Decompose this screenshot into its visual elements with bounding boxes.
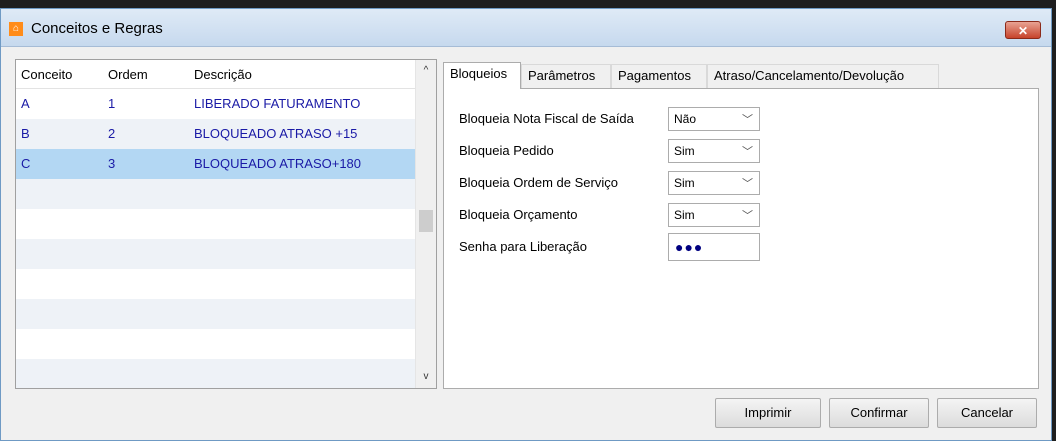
window-title: Conceitos e Regras bbox=[31, 20, 163, 37]
label-senha-liberacao: Senha para Liberação bbox=[459, 239, 587, 254]
table-row[interactable]: A 1 LIBERADO FATURAMENTO bbox=[16, 89, 416, 119]
app-icon: ⌂ bbox=[9, 22, 23, 36]
password-mask: ●●● bbox=[675, 239, 704, 255]
chevron-down-icon: ﹀ bbox=[742, 210, 753, 222]
chevron-down-icon: ﹀ bbox=[742, 114, 753, 126]
empty-row bbox=[16, 239, 416, 269]
tab-bloqueios[interactable]: Bloqueios bbox=[443, 62, 521, 89]
chevron-down-icon: ﹀ bbox=[742, 146, 753, 158]
tab-pagamentos[interactable]: Pagamentos bbox=[611, 64, 707, 88]
cell-ordem: 2 bbox=[108, 126, 116, 141]
scroll-down-arrow-icon[interactable]: v bbox=[416, 368, 436, 386]
cell-descricao: BLOQUEADO ATRASO +15 bbox=[194, 126, 358, 141]
cell-conceito: C bbox=[21, 156, 31, 171]
tab-parametros[interactable]: Parâmetros bbox=[521, 64, 611, 88]
cancel-button[interactable]: Cancelar bbox=[937, 398, 1037, 428]
label-bloqueia-ordem-servico: Bloqueia Ordem de Serviço bbox=[459, 175, 618, 190]
select-value: Sim bbox=[674, 208, 695, 222]
column-header-ordem[interactable]: Ordem bbox=[108, 67, 148, 82]
table-row-selected[interactable]: C 3 BLOQUEADO ATRASO+180 bbox=[16, 149, 416, 179]
empty-row bbox=[16, 359, 416, 388]
table-row[interactable]: B 2 BLOQUEADO ATRASO +15 bbox=[16, 119, 416, 149]
chevron-down-icon: ﹀ bbox=[742, 178, 753, 190]
label-bloqueia-orcamento: Bloqueia Orçamento bbox=[459, 207, 578, 222]
cell-ordem: 1 bbox=[108, 96, 116, 111]
empty-row bbox=[16, 179, 416, 209]
select-bloqueia-nota-fiscal[interactable]: Não ﹀ bbox=[668, 107, 760, 131]
label-bloqueia-nota-fiscal: Bloqueia Nota Fiscal de Saída bbox=[459, 111, 634, 126]
print-button[interactable]: Imprimir bbox=[715, 398, 821, 428]
cell-conceito: B bbox=[21, 126, 30, 141]
label-bloqueia-pedido: Bloqueia Pedido bbox=[459, 143, 554, 158]
column-header-descricao[interactable]: Descrição bbox=[194, 67, 252, 82]
cell-descricao: BLOQUEADO ATRASO+180 bbox=[194, 156, 362, 171]
password-field[interactable]: ●●● bbox=[668, 233, 760, 261]
dialog-window: ⌂ Conceitos e Regras ✕ Conceito Ordem De… bbox=[0, 8, 1052, 441]
scroll-thumb[interactable] bbox=[419, 210, 433, 232]
close-button[interactable]: ✕ bbox=[1005, 21, 1041, 39]
cell-descricao: LIBERADO FATURAMENTO bbox=[194, 96, 361, 111]
select-bloqueia-pedido[interactable]: Sim ﹀ bbox=[668, 139, 760, 163]
select-bloqueia-ordem-servico[interactable]: Sim ﹀ bbox=[668, 171, 760, 195]
cell-conceito: A bbox=[21, 96, 30, 111]
tab-control: Bloqueios Parâmetros Pagamentos Atraso/C… bbox=[443, 62, 1039, 389]
scroll-up-arrow-icon[interactable]: ^ bbox=[416, 62, 436, 80]
concepts-grid: Conceito Ordem Descrição A 1 LIBERADO FA… bbox=[15, 59, 437, 389]
grid-header: Conceito Ordem Descrição bbox=[16, 60, 416, 89]
select-value: Não bbox=[674, 112, 697, 126]
empty-row bbox=[16, 299, 416, 329]
grid-scrollbar[interactable]: ^ v bbox=[415, 60, 436, 388]
title-bar[interactable]: ⌂ Conceitos e Regras ✕ bbox=[1, 9, 1051, 47]
select-value: Sim bbox=[674, 176, 695, 190]
tab-panel-bloqueios: Bloqueia Nota Fiscal de Saída Não ﹀ Bloq… bbox=[443, 88, 1039, 389]
confirm-button[interactable]: Confirmar bbox=[829, 398, 929, 428]
select-value: Sim bbox=[674, 144, 695, 158]
select-bloqueia-orcamento[interactable]: Sim ﹀ bbox=[668, 203, 760, 227]
cell-ordem: 3 bbox=[108, 156, 116, 171]
tab-atraso-cancelamento-devolucao[interactable]: Atraso/Cancelamento/Devolução bbox=[707, 64, 939, 88]
column-header-conceito[interactable]: Conceito bbox=[21, 67, 72, 82]
